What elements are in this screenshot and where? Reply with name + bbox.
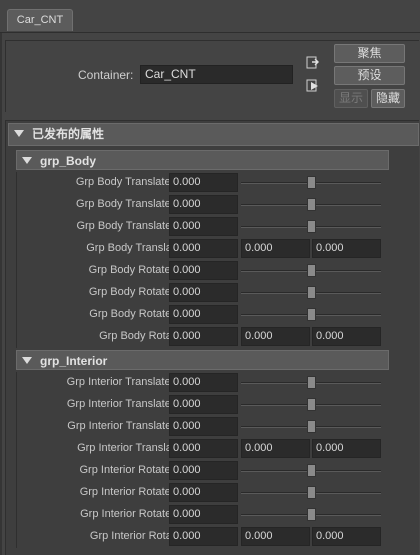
- attribute-slider-handle[interactable]: [307, 398, 316, 411]
- attribute-label: Grp Body Translate: [86, 242, 181, 254]
- attribute-slider-handle[interactable]: [307, 264, 316, 277]
- attribute-row: Grp Body Rotate X 0.000: [17, 260, 417, 282]
- preset-button[interactable]: 预设: [334, 66, 405, 85]
- attribute-row: Grp Body Rotate Y 0.000: [17, 282, 417, 304]
- attribute-label: Grp Body Translate Z: [76, 220, 181, 232]
- attribute-value-field[interactable]: 0.000: [169, 305, 238, 324]
- attribute-value-field[interactable]: 0.000: [169, 283, 238, 302]
- attribute-value-field[interactable]: 0.000: [169, 373, 238, 392]
- attribute-row: Grp Interior Translate X 0.000: [17, 372, 417, 394]
- attribute-value-field-x[interactable]: 0.000: [169, 439, 238, 458]
- attribute-value-field[interactable]: 0.000: [169, 461, 238, 480]
- collapse-triangle-icon: [14, 130, 24, 138]
- attribute-row: Grp Body Rotate 0.000 0.000 0.000: [17, 326, 417, 348]
- attribute-value-field[interactable]: 0.000: [169, 417, 238, 436]
- attribute-value-field-z[interactable]: 0.000: [312, 439, 381, 458]
- enter-container-icon[interactable]: [306, 79, 320, 93]
- attribute-value-field-y[interactable]: 0.000: [241, 327, 310, 346]
- attribute-row: Grp Body Translate X 0.000: [17, 172, 417, 194]
- attribute-slider-handle[interactable]: [307, 508, 316, 521]
- show-button[interactable]: 显示: [334, 89, 368, 108]
- attribute-slider-handle[interactable]: [307, 486, 316, 499]
- focus-button[interactable]: 聚焦: [334, 44, 405, 63]
- attribute-label: Grp Interior Rotate X: [79, 464, 182, 476]
- attribute-row: Grp Interior Rotate 0.000 0.000 0.000: [17, 526, 417, 548]
- group-header-grp_Interior[interactable]: grp_Interior: [16, 350, 389, 370]
- group-body-grp_Interior: Grp Interior Translate X 0.000 Grp Interio…: [16, 372, 417, 548]
- left-border: [0, 33, 2, 555]
- attribute-row: Grp Body Translate 0.000 0.000 0.000: [17, 238, 417, 260]
- attribute-label: Grp Interior Rotate Z: [80, 508, 181, 520]
- collapse-triangle-icon: [22, 357, 32, 365]
- attribute-value-field[interactable]: 0.000: [169, 195, 238, 214]
- container-label: Container:: [78, 68, 134, 82]
- attribute-row: Grp Interior Translate Z 0.000: [17, 416, 417, 438]
- attribute-value-field-y[interactable]: 0.000: [241, 239, 310, 258]
- tab-car-cnt[interactable]: Car_CNT: [7, 9, 73, 31]
- attribute-label: Grp Interior Translate Y: [66, 398, 181, 410]
- attribute-value-field[interactable]: 0.000: [169, 483, 238, 502]
- collapse-triangle-icon: [22, 157, 32, 165]
- attribute-value-field-x[interactable]: 0.000: [169, 239, 238, 258]
- group-title: grp_Body: [40, 154, 97, 168]
- attribute-row: Grp Interior Translate 0.000 0.000 0.000: [17, 438, 417, 460]
- attribute-row: Grp Body Translate Z 0.000: [17, 216, 417, 238]
- tab-divider: [0, 32, 420, 33]
- attribute-slider-handle[interactable]: [307, 420, 316, 433]
- attribute-label: Grp Body Rotate Y: [88, 286, 181, 298]
- group-body-grp_Body: Grp Body Translate X 0.000 Grp Body Transl…: [16, 172, 417, 348]
- attribute-value-field[interactable]: 0.000: [169, 261, 238, 280]
- attribute-row: Grp Interior Rotate Y 0.000: [17, 482, 417, 504]
- attribute-label: Grp Interior Translate X: [66, 376, 181, 388]
- attribute-value-field[interactable]: 0.000: [169, 217, 238, 236]
- attribute-row: Grp Interior Rotate Z 0.000: [17, 504, 417, 526]
- attribute-value-field-z[interactable]: 0.000: [312, 527, 381, 546]
- attribute-label: Grp Body Translate X: [75, 176, 181, 188]
- attribute-row: Grp Interior Rotate X 0.000: [17, 460, 417, 482]
- attribute-slider-handle[interactable]: [307, 308, 316, 321]
- attribute-value-field-x[interactable]: 0.000: [169, 327, 238, 346]
- hide-button[interactable]: 隐藏: [371, 89, 405, 108]
- tab-bar: Car_CNT: [0, 0, 420, 33]
- attribute-slider-handle[interactable]: [307, 376, 316, 389]
- published-attributes-title: 已发布的属性: [32, 127, 105, 141]
- attribute-value-field-x[interactable]: 0.000: [169, 527, 238, 546]
- attribute-label: Grp Body Rotate Z: [89, 308, 181, 320]
- attribute-value-field-z[interactable]: 0.000: [312, 327, 381, 346]
- attribute-label: Grp Interior Rotate Y: [79, 486, 181, 498]
- attribute-slider-handle[interactable]: [307, 176, 316, 189]
- container-field[interactable]: Car_CNT: [140, 65, 293, 84]
- published-attributes-header[interactable]: 已发布的属性: [8, 123, 419, 146]
- attribute-label: Grp Body Rotate X: [88, 264, 181, 276]
- attribute-value-field-z[interactable]: 0.000: [312, 239, 381, 258]
- attribute-slider-handle[interactable]: [307, 464, 316, 477]
- attribute-label: Grp Interior Translate Z: [67, 420, 181, 432]
- attribute-row: Grp Body Rotate Z 0.000: [17, 304, 417, 326]
- attribute-label: Grp Interior Translate: [77, 442, 181, 454]
- group-header-grp_Body[interactable]: grp_Body: [16, 150, 389, 170]
- attribute-label: Grp Interior Rotate: [89, 530, 181, 542]
- group-title: grp_Interior: [40, 354, 108, 368]
- select-container-icon[interactable]: [306, 56, 320, 70]
- attribute-value-field[interactable]: 0.000: [169, 173, 238, 192]
- attribute-value-field[interactable]: 0.000: [169, 505, 238, 524]
- attribute-value-field-y[interactable]: 0.000: [241, 527, 310, 546]
- attribute-label: Grp Body Translate Y: [76, 198, 181, 210]
- attribute-row: Grp Interior Translate Y 0.000: [17, 394, 417, 416]
- attribute-slider-handle[interactable]: [307, 198, 316, 211]
- attribute-slider-handle[interactable]: [307, 286, 316, 299]
- attribute-slider-handle[interactable]: [307, 220, 316, 233]
- attribute-value-field-y[interactable]: 0.000: [241, 439, 310, 458]
- attribute-value-field[interactable]: 0.000: [169, 395, 238, 414]
- attribute-row: Grp Body Translate Y 0.000: [17, 194, 417, 216]
